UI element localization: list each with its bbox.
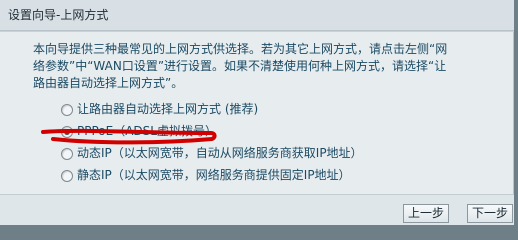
option-static-ip[interactable]: 静态IP（以太网宽带，网络服务商提供固定IP地址） [58, 167, 478, 189]
page-title: 设置向导-上网方式 [8, 8, 109, 22]
connection-type-options: 让路由器自动选择上网方式 (推荐) PPPoE（ADSL虚拟拨号） 动态IP（以… [58, 101, 478, 189]
option-pppoe[interactable]: PPPoE（ADSL虚拟拨号） [58, 123, 478, 145]
previous-step-button[interactable]: 上一步 [403, 204, 449, 223]
option-dynamic-ip-label: 动态IP（以太网宽带，自动从网络服务商获取IP地址） [77, 146, 363, 160]
radio-static-ip[interactable] [61, 170, 73, 182]
option-dynamic-ip[interactable]: 动态IP（以太网宽带，自动从网络服务商获取IP地址） [58, 145, 478, 167]
option-auto[interactable]: 让路由器自动选择上网方式 (推荐) [58, 101, 478, 123]
setup-wizard-panel: 设置向导-上网方式 本向导提供三种最常见的上网方式供选择。若为其它上网方式，请点… [0, 0, 514, 225]
option-auto-label: 让路由器自动选择上网方式 (推荐) [77, 102, 259, 116]
radio-pppoe[interactable] [61, 126, 73, 138]
button-bar: 上一步 下一步 [0, 194, 514, 225]
radio-auto[interactable] [61, 104, 73, 116]
option-static-ip-label: 静态IP（以太网宽带，网络服务商提供固定IP地址） [77, 168, 351, 182]
option-pppoe-label: PPPoE（ADSL虚拟拨号） [77, 124, 217, 138]
header-divider [0, 31, 514, 32]
next-step-button[interactable]: 下一步 [467, 204, 513, 223]
intro-text: 本向导提供三种最常见的上网方式供选择。若为其它上网方式，请点击左侧“网 络参数”… [33, 41, 501, 92]
radio-dynamic-ip[interactable] [61, 148, 73, 160]
wizard-header: 设置向导-上网方式 [0, 0, 514, 31]
intro-line-2: 络参数”中“WAN口设置”进行设置。如果不清楚使用何种上网方式，请选择“让 [33, 59, 447, 73]
intro-line-3: 路由器自动选择上网方式”。 [33, 76, 184, 90]
intro-line-1: 本向导提供三种最常见的上网方式供选择。若为其它上网方式，请点击左侧“网 [33, 42, 448, 56]
